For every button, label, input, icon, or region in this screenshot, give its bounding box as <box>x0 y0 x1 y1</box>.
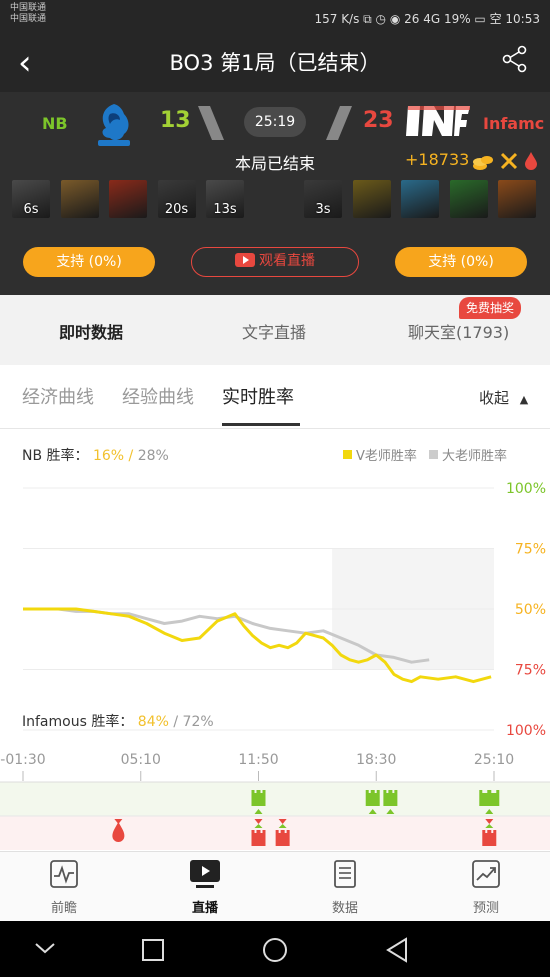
newbee-logo <box>98 104 130 146</box>
match-time: 25:19 <box>244 107 306 137</box>
event-tower-icon <box>251 790 266 806</box>
share-icon[interactable] <box>500 44 530 74</box>
triangle-up-icon: ▲ <box>519 393 529 406</box>
nav-data[interactable]: 数据 <box>305 852 385 922</box>
nav-preview[interactable]: 前瞻 <box>24 852 104 922</box>
chart-subtabs: 经济曲线 经验曲线 实时胜率 收起 ▲ <box>0 365 550 429</box>
x-tick-label: 11:50 <box>238 752 278 768</box>
carrier-2: 中国联通 <box>10 14 47 24</box>
subtab-experience[interactable]: 经验曲线 <box>122 383 194 409</box>
hero-timer: 13s <box>213 202 237 217</box>
hero-timer: 6s <box>23 202 39 217</box>
event-band-bottom <box>0 816 550 850</box>
status-bar: 中国联通 中国联通 157 K/s ⧉ ◷ ◉ 26 4G 19% ▭ 空 10… <box>0 0 550 36</box>
y-tick-label: 100% <box>506 481 546 497</box>
swords-icon <box>500 152 518 170</box>
x-tick-label: -01:30 <box>0 752 45 768</box>
team-left-name: NB <box>42 114 68 133</box>
win-rate-chart: NB 胜率： 16% / 28% V老师胜率 大老师胜率 Infamous 胜率… <box>0 430 550 850</box>
nav-data-label: 数据 <box>331 901 358 916</box>
document-icon <box>334 860 356 888</box>
nav-live-label: 直播 <box>191 901 218 916</box>
subtab-underline <box>222 423 300 426</box>
hero-portrait-right-1: 3s <box>304 180 342 218</box>
slash-right-icon <box>326 106 352 140</box>
y-tick-label: 100% <box>506 723 546 739</box>
recent-apps-icon[interactable] <box>141 938 165 962</box>
event-barracks-icon <box>479 790 500 806</box>
hero-portrait-left-4: 20s <box>157 180 196 218</box>
hero-portrait-right-4 <box>449 180 488 218</box>
watch-live-button[interactable]: 观看直播 <box>191 247 359 277</box>
home-icon[interactable] <box>262 937 288 963</box>
slash-left-icon <box>198 106 224 140</box>
team-right-name: Infamc <box>483 114 545 133</box>
subtab-economy[interactable]: 经济曲线 <box>22 383 94 409</box>
hero-timer: 3s <box>315 202 331 217</box>
nav-live[interactable]: 直播 <box>165 852 245 922</box>
app-header: ‹ BO3 第1局（已结束） <box>0 36 550 92</box>
collapse-label: 收起 <box>479 389 510 407</box>
back-triangle-icon[interactable] <box>385 937 409 963</box>
hero-portrait-left-5: 13s <box>206 180 244 218</box>
page-title: BO3 第1局（已结束） <box>169 51 381 75</box>
nav-preview-label: 前瞻 <box>50 901 77 916</box>
event-tower-icon <box>275 830 290 846</box>
chat-badge: 免费抽奖 <box>459 297 521 319</box>
tab-text-live[interactable]: 文字直播 <box>242 319 306 343</box>
carrier-text: 中国联通 中国联通 <box>10 3 46 25</box>
play-screen-icon <box>190 860 220 888</box>
system-nav-bar <box>0 921 550 977</box>
event-band-top <box>0 782 550 816</box>
nav-predict[interactable]: 预测 <box>446 852 526 922</box>
nav-predict-label: 预测 <box>472 901 499 916</box>
gold-icon <box>473 156 493 170</box>
y-tick-label: 50% <box>515 602 546 618</box>
tab-live-data[interactable]: 即时数据 <box>59 319 123 343</box>
support-right-button[interactable]: 支持 (0%) <box>395 247 527 277</box>
hero-portrait-left-1: 6s <box>12 180 50 218</box>
y-tick-label: 75% <box>515 663 546 679</box>
collapse-button[interactable]: 收起 ▲ <box>479 387 528 408</box>
x-tick-label: 25:10 <box>474 752 514 768</box>
team-left-score: 13 <box>160 108 191 133</box>
watch-live-label: 观看直播 <box>259 253 315 269</box>
hero-portrait-left-2 <box>60 180 99 218</box>
infamous-logo <box>406 106 470 136</box>
status-right: 157 K/s ⧉ ◷ ◉ 26 4G 19% ▭ 空 10:53 <box>314 12 540 26</box>
main-tabs: 即时数据 文字直播 聊天室(1793) 免费抽奖 <box>0 295 550 365</box>
tab-chat[interactable]: 聊天室(1793) <box>408 319 509 343</box>
event-tower-icon <box>482 830 497 846</box>
pulse-icon <box>50 860 78 888</box>
subtab-win-rate[interactable]: 实时胜率 <box>222 383 294 409</box>
y-tick-label: 75% <box>515 542 546 558</box>
score-panel: NB 13 25:19 23 Infamc 本局已结束 +18733 6s 20s… <box>0 92 550 295</box>
trend-icon <box>472 860 500 888</box>
hero-portrait-right-2 <box>352 180 391 218</box>
chart-plot: 100% 75% 50% 75% 100% -01:30 05:10 11:50 18:30 25… <box>0 481 550 850</box>
blood-icon <box>525 152 537 170</box>
hero-portrait-right-5 <box>498 180 536 218</box>
hero-portrait-right-3 <box>401 180 439 218</box>
carrier-1: 中国联通 <box>10 3 47 13</box>
event-tower-icon <box>383 790 398 806</box>
x-tick-label: 05:10 <box>121 752 161 768</box>
play-icon <box>235 253 255 267</box>
gold-diff: +18733 <box>405 150 470 169</box>
hero-timer: 20s <box>164 202 189 217</box>
support-left-button[interactable]: 支持 (0%) <box>23 247 155 277</box>
hero-portrait-left-3 <box>109 180 147 218</box>
bottom-nav: 前瞻 直播 数据 预测 <box>0 851 550 921</box>
event-tower-icon <box>365 790 380 806</box>
team-right-score: 23 <box>363 108 394 133</box>
chevron-down-icon[interactable] <box>34 941 56 955</box>
event-tower-icon <box>251 830 266 846</box>
x-tick-label: 18:30 <box>356 752 396 768</box>
